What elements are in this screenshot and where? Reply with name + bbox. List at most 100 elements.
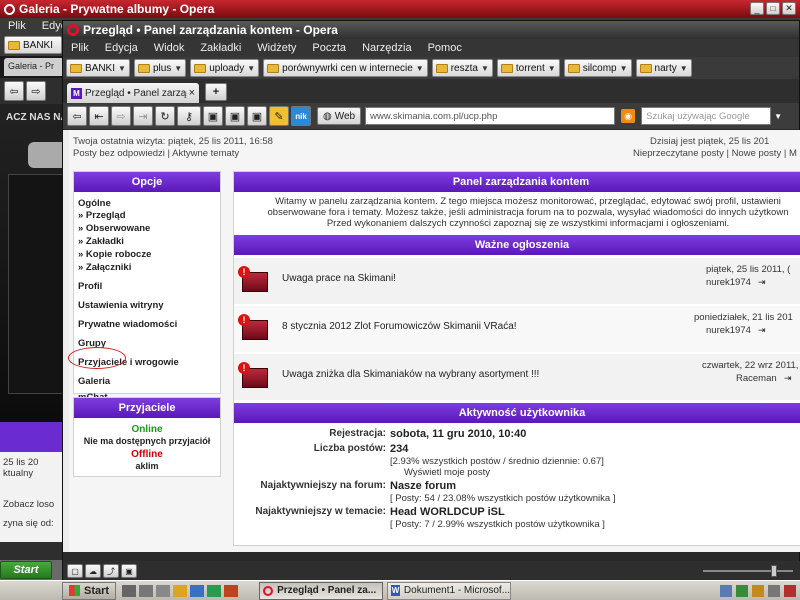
- announcement-author[interactable]: nurek1974: [706, 277, 751, 288]
- task-word[interactable]: W Dokument1 - Microsof...: [387, 581, 512, 600]
- back-start-button[interactable]: Start: [0, 561, 52, 579]
- bookmark-silcomp[interactable]: silcomp ▼: [563, 59, 632, 77]
- menu-poczta[interactable]: Poczta: [304, 42, 354, 54]
- close-button[interactable]: ✕: [782, 2, 796, 15]
- sidebar-item-profil[interactable]: Profil: [78, 281, 216, 292]
- announcement-folder-icon: !: [238, 362, 268, 388]
- announcement-row[interactable]: ! Uwaga zniżka dla Skimaniaków na wybran…: [234, 354, 800, 400]
- bookmark-banki[interactable]: BANKI ▼: [66, 59, 130, 77]
- image-toggle-icon[interactable]: ▣: [225, 106, 245, 126]
- task-opera[interactable]: Przegląd • Panel za...: [259, 581, 384, 600]
- announcement-row[interactable]: ! 8 stycznia 2012 Zlot Forumowiczów Skim…: [234, 306, 800, 352]
- address-field[interactable]: www.skimania.com.pl/ucp.php: [365, 107, 616, 125]
- sidebar-item-obserwowane[interactable]: » Obserwowane: [78, 223, 216, 234]
- tray-icon[interactable]: [752, 584, 764, 597]
- view-icon[interactable]: ▣: [121, 564, 137, 578]
- bookmark-reszta[interactable]: reszta ▼: [431, 59, 493, 77]
- start-button[interactable]: Start: [62, 581, 117, 600]
- network-icon[interactable]: [139, 584, 154, 597]
- unread-links[interactable]: Nieprzeczytane posty | Nowe posty | M: [633, 148, 797, 159]
- forward-arrow-icon[interactable]: ⇨: [111, 106, 131, 126]
- popup-block-icon[interactable]: ▣: [203, 106, 223, 126]
- bookmark-porownywarki[interactable]: porównywrki cen w internecie ▼: [263, 59, 428, 77]
- new-tab-button[interactable]: +: [205, 83, 227, 101]
- forward-arrow-icon[interactable]: ⇨: [26, 81, 46, 101]
- zoom-slider-handle[interactable]: [771, 565, 777, 577]
- sidebar-group-ogolne[interactable]: Ogólne: [78, 198, 216, 209]
- back-menu-plik[interactable]: Plik: [0, 20, 34, 32]
- sidebar-item-galeria[interactable]: Galeria: [78, 376, 216, 387]
- windows-logo-icon: [69, 585, 80, 596]
- goto-post-icon[interactable]: ⇥: [758, 277, 766, 288]
- posts-label: Liczba postów:: [313, 443, 386, 454]
- search-dropdown-icon[interactable]: ▼: [774, 112, 782, 121]
- panel-toggle-icon[interactable]: ▢: [67, 564, 83, 578]
- sidebar-item-ustawienia[interactable]: Ustawienia witryny: [78, 300, 216, 311]
- back-arrow-icon[interactable]: ⇦: [4, 81, 24, 101]
- tray-icon[interactable]: [768, 584, 780, 597]
- maximize-button[interactable]: □: [766, 2, 780, 15]
- sidebar-item-wiadomosci[interactable]: Prywatne wiadomości: [78, 319, 216, 330]
- menu-pomoc[interactable]: Pomoc: [420, 42, 470, 54]
- app-icon[interactable]: [190, 584, 205, 597]
- friends-offline-user[interactable]: aklim: [74, 461, 220, 471]
- key-icon[interactable]: ⚷: [177, 106, 201, 126]
- forum-value[interactable]: Nasze forum: [390, 480, 456, 492]
- menu-zakladki[interactable]: Zakładki: [192, 42, 249, 54]
- drive-icon[interactable]: [156, 584, 171, 597]
- tray-icon[interactable]: [720, 584, 732, 597]
- menu-narzedzia[interactable]: Narzędzia: [354, 42, 420, 54]
- menu-widok[interactable]: Widok: [146, 42, 193, 54]
- app-icon[interactable]: [224, 584, 239, 597]
- menu-edycja[interactable]: Edycja: [97, 42, 146, 54]
- nik-button[interactable]: nik: [291, 106, 311, 126]
- cloud-icon[interactable]: ☁: [85, 564, 101, 578]
- tray-icon[interactable]: [784, 584, 796, 597]
- topic-value[interactable]: Head WORLDCUP iSL: [390, 506, 505, 518]
- desktop-icon[interactable]: [122, 584, 137, 597]
- back-bookmark-banki[interactable]: BANKI: [4, 36, 62, 54]
- search-field[interactable]: Szukaj używając Google: [641, 107, 772, 125]
- speeddial-icon[interactable]: ▣: [247, 106, 267, 126]
- minimize-button[interactable]: _: [750, 2, 764, 15]
- announcement-row[interactable]: ! Uwaga prace na Skimani! piątek, 25 lis…: [234, 258, 800, 304]
- tab-przeglad[interactable]: M Przegląd • Panel zarząd... ×: [67, 83, 199, 103]
- friends-offline-label: Offline: [131, 449, 163, 460]
- back-arrow-icon[interactable]: ⇦: [67, 106, 87, 126]
- view-my-posts-link[interactable]: Wyświetl moje posty: [404, 467, 490, 478]
- sidebar-item-zalaczniki[interactable]: » Załączniki: [78, 262, 216, 273]
- posts-links[interactable]: Posty bez odpowiedzi | Aktywne tematy: [73, 148, 239, 159]
- sidebar-item-kopie-robocze[interactable]: » Kopie robocze: [78, 249, 216, 260]
- announcement-title[interactable]: Uwaga zniżka dla Skimaniaków na wybrany …: [282, 369, 539, 380]
- folder-icon[interactable]: [173, 584, 188, 597]
- share-icon[interactable]: ⤴: [103, 564, 119, 578]
- rss-icon[interactable]: ◉: [621, 109, 636, 123]
- sidebar-item-zakladki[interactable]: » Zakładki: [78, 236, 216, 247]
- menu-widzety[interactable]: Widżety: [249, 42, 304, 54]
- sidebar-menu: Ogólne » Przegląd » Obserwowane » Zakład…: [74, 192, 220, 409]
- fast-forward-icon[interactable]: ⇥: [133, 106, 153, 126]
- sidebar-item-przeglad[interactable]: » Przegląd: [78, 210, 216, 221]
- bookmark-narty[interactable]: narty ▼: [635, 59, 692, 77]
- goto-post-icon[interactable]: ⇥: [758, 325, 766, 336]
- app-icon[interactable]: [207, 584, 222, 597]
- tab-close-icon[interactable]: ×: [189, 87, 195, 99]
- announcement-title[interactable]: 8 stycznia 2012 Zlot Forumowiczów Skiman…: [282, 321, 517, 332]
- rewind-icon[interactable]: ⇤: [89, 106, 109, 126]
- bookmark-uploady[interactable]: uploady ▼: [190, 59, 260, 77]
- menu-plik[interactable]: Plik: [63, 42, 97, 54]
- back-tab[interactable]: Galeria - Pr: [4, 58, 64, 76]
- web-badge[interactable]: ◍ Web: [317, 107, 362, 125]
- reload-icon[interactable]: ↻: [155, 106, 175, 126]
- bookmark-plus[interactable]: plus ▼: [133, 59, 187, 77]
- note-icon[interactable]: ✎: [269, 106, 289, 126]
- announcement-author[interactable]: nurek1974: [706, 325, 751, 336]
- announcement-title[interactable]: Uwaga prace na Skimani!: [282, 273, 396, 284]
- zoom-slider[interactable]: [703, 570, 793, 572]
- bookmark-torrent[interactable]: torrent ▼: [496, 59, 560, 77]
- tray-icon[interactable]: [736, 584, 748, 597]
- goto-post-icon[interactable]: ⇥: [784, 373, 792, 384]
- announcement-folder-icon: !: [238, 314, 268, 340]
- announcement-author[interactable]: Raceman: [736, 373, 777, 384]
- folder-icon: [194, 63, 207, 73]
